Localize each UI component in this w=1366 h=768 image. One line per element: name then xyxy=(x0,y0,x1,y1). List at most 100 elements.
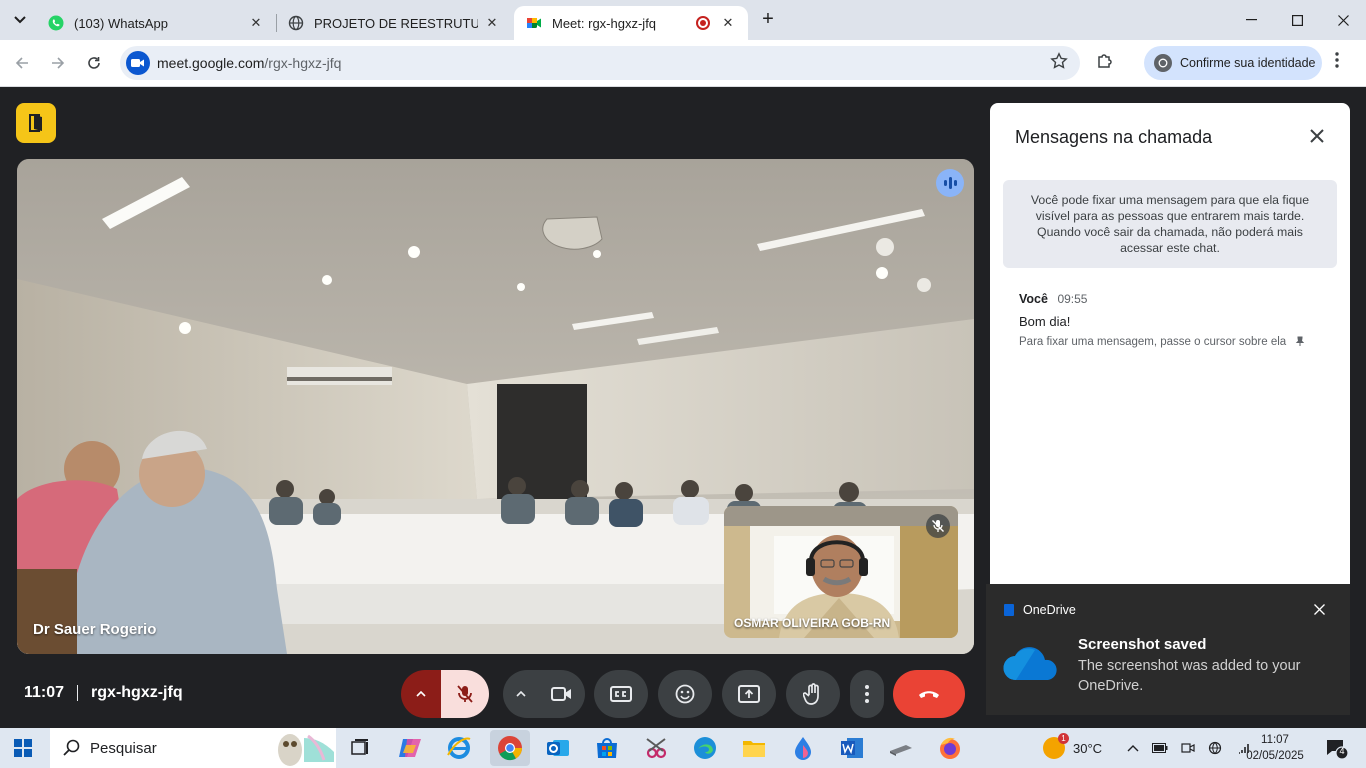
tab-strip: (103) WhatsApp ✕ PROJETO DE REESTRUTURAÇ… xyxy=(0,0,1366,40)
camera-usage-icon[interactable] xyxy=(1181,741,1195,755)
onedrive-small-icon xyxy=(1004,604,1014,616)
taskbar-search-box[interactable]: Pesquisar xyxy=(50,728,336,768)
file-explorer-icon[interactable] xyxy=(740,734,768,762)
tray-chevron-up-icon[interactable] xyxy=(1127,744,1139,752)
tab-whatsapp[interactable]: (103) WhatsApp ✕ xyxy=(36,6,276,40)
emoji-icon xyxy=(675,684,695,704)
copilot-icon[interactable] xyxy=(396,734,424,762)
search-placeholder: Pesquisar xyxy=(90,739,157,757)
close-chat-icon[interactable] xyxy=(1304,123,1330,149)
mic-options-button[interactable] xyxy=(401,670,441,718)
window-close-icon[interactable] xyxy=(1320,0,1366,40)
toast-app-header: OneDrive xyxy=(1004,603,1076,617)
tab-projeto[interactable]: PROJETO DE REESTRUTURAÇÃO ✕ xyxy=(276,6,512,40)
internet-explorer-icon[interactable] xyxy=(445,734,473,762)
camera-toggle-button[interactable] xyxy=(539,670,585,718)
snipping-tool-icon[interactable] xyxy=(642,734,670,762)
windows-taskbar: Pesquisar 1 30°C 11:07 02/05/2025 4 xyxy=(0,728,1366,768)
url-text: meet.google.com/rgx-hgxz-jfq xyxy=(157,55,341,71)
chat-message-text[interactable]: Bom dia! xyxy=(1019,314,1070,329)
chat-panel: Mensagens na chamada Você pode fixar uma… xyxy=(990,103,1350,593)
captions-button[interactable] xyxy=(594,670,648,718)
camera-options-button[interactable] xyxy=(503,670,539,718)
chevron-up-icon xyxy=(516,691,526,697)
recording-icon xyxy=(696,16,710,30)
raise-hand-icon xyxy=(803,683,819,705)
raise-hand-button[interactable] xyxy=(786,670,840,718)
task-view-icon[interactable] xyxy=(346,734,374,762)
tab-title: Meet: rgx-hgxz-jfq xyxy=(552,15,657,31)
url-host: meet.google.com xyxy=(157,55,265,71)
more-options-button[interactable] xyxy=(850,670,884,718)
site-camera-icon[interactable] xyxy=(126,51,150,75)
chat-message-header: Você 09:55 xyxy=(1019,292,1087,306)
pin-message-info: Você pode fixar uma mensagem para que el… xyxy=(1003,180,1337,268)
meeting-info-divider xyxy=(77,685,79,701)
system-tray xyxy=(1127,728,1253,768)
scanner-icon[interactable] xyxy=(887,734,915,762)
tab-title: PROJETO DE REESTRUTURAÇÃO xyxy=(314,15,478,31)
identity-button[interactable]: Confirme sua identidade xyxy=(1144,46,1322,80)
browser-toolbar: meet.google.com/rgx-hgxz-jfq Confirme su… xyxy=(0,40,1366,87)
microsoft-store-icon[interactable] xyxy=(593,734,621,762)
search-icon xyxy=(63,739,80,756)
meeting-info: 11:07 rgx-hgxz-jfq xyxy=(24,684,183,702)
clock-date: 02/05/2025 xyxy=(1246,750,1304,762)
maximize-icon[interactable] xyxy=(1274,0,1320,40)
hang-up-phone-icon xyxy=(919,691,939,698)
toast-close-icon[interactable] xyxy=(1314,602,1325,618)
windows-start-icon[interactable] xyxy=(14,739,32,757)
extensions-puzzle-icon[interactable] xyxy=(1096,52,1114,75)
tab-close-icon[interactable]: ✕ xyxy=(720,15,736,31)
screen: (103) WhatsApp ✕ PROJETO DE REESTRUTURAÇ… xyxy=(0,0,1366,768)
word-icon[interactable] xyxy=(838,734,866,762)
battery-icon[interactable] xyxy=(1152,743,1168,753)
pin-hint-text: Para fixar uma mensagem, passe o cursor … xyxy=(1019,336,1287,348)
paint-drop-icon[interactable] xyxy=(789,734,817,762)
pin-icon xyxy=(1296,336,1305,346)
edge-icon[interactable] xyxy=(691,734,719,762)
chrome-taskbar-icon[interactable] xyxy=(490,730,530,766)
globe-icon xyxy=(288,15,304,31)
onedrive-notification[interactable]: OneDrive Screenshot saved The screenshot… xyxy=(986,584,1350,715)
address-bar[interactable]: meet.google.com/rgx-hgxz-jfq xyxy=(120,46,1080,80)
network-globe-icon[interactable] xyxy=(1208,741,1224,755)
browser-menu-icon[interactable] xyxy=(1335,52,1339,73)
present-screen-icon xyxy=(738,685,760,703)
microphone-toggle-button[interactable] xyxy=(441,670,489,718)
tab-close-icon[interactable]: ✕ xyxy=(484,15,500,31)
minimize-icon[interactable] xyxy=(1228,0,1274,40)
profile-icon xyxy=(1154,54,1172,72)
forward-arrow-icon[interactable] xyxy=(45,50,71,76)
self-mic-muted-icon xyxy=(926,514,950,538)
mic-off-icon xyxy=(457,685,473,703)
weather-badge: 1 xyxy=(1058,733,1069,744)
closed-captions-icon xyxy=(610,686,632,702)
video-camera-icon xyxy=(551,687,571,701)
reactions-button[interactable] xyxy=(658,670,712,718)
toast-title: Screenshot saved xyxy=(1078,636,1207,653)
tab-search-chevron-icon[interactable] xyxy=(8,8,32,32)
taskbar-clock[interactable]: 11:07 02/05/2025 xyxy=(1245,732,1305,764)
leave-call-button[interactable] xyxy=(893,670,965,718)
toast-app-name: OneDrive xyxy=(1023,603,1076,617)
bookmark-star-icon[interactable] xyxy=(1050,52,1068,75)
notification-center-icon[interactable]: 4 xyxy=(1325,738,1349,765)
outlook-icon[interactable] xyxy=(544,734,572,762)
weather-widget[interactable]: 1 30°C xyxy=(1043,728,1102,768)
reload-icon[interactable] xyxy=(81,50,107,76)
firefox-icon[interactable] xyxy=(936,734,964,762)
google-meet-icon xyxy=(526,15,542,31)
onedrive-cloud-icon xyxy=(1002,642,1060,687)
new-tab-button[interactable]: + xyxy=(757,8,779,30)
present-screen-button[interactable] xyxy=(722,670,776,718)
back-arrow-icon[interactable] xyxy=(9,50,35,76)
meeting-door-icon[interactable] xyxy=(16,103,56,143)
self-video-tile[interactable]: OSMAR OLIVEIRA GOB-RN xyxy=(724,506,958,638)
tab-meet[interactable]: Meet: rgx-hgxz-jfq ✕ xyxy=(514,6,748,40)
message-sender: Você xyxy=(1019,292,1048,306)
weather-sun-icon: 1 xyxy=(1043,733,1069,759)
notification-count: 4 xyxy=(1339,746,1345,756)
main-participant-name: Dr Sauer Rogerio xyxy=(33,621,157,638)
tab-close-icon[interactable]: ✕ xyxy=(248,15,264,31)
